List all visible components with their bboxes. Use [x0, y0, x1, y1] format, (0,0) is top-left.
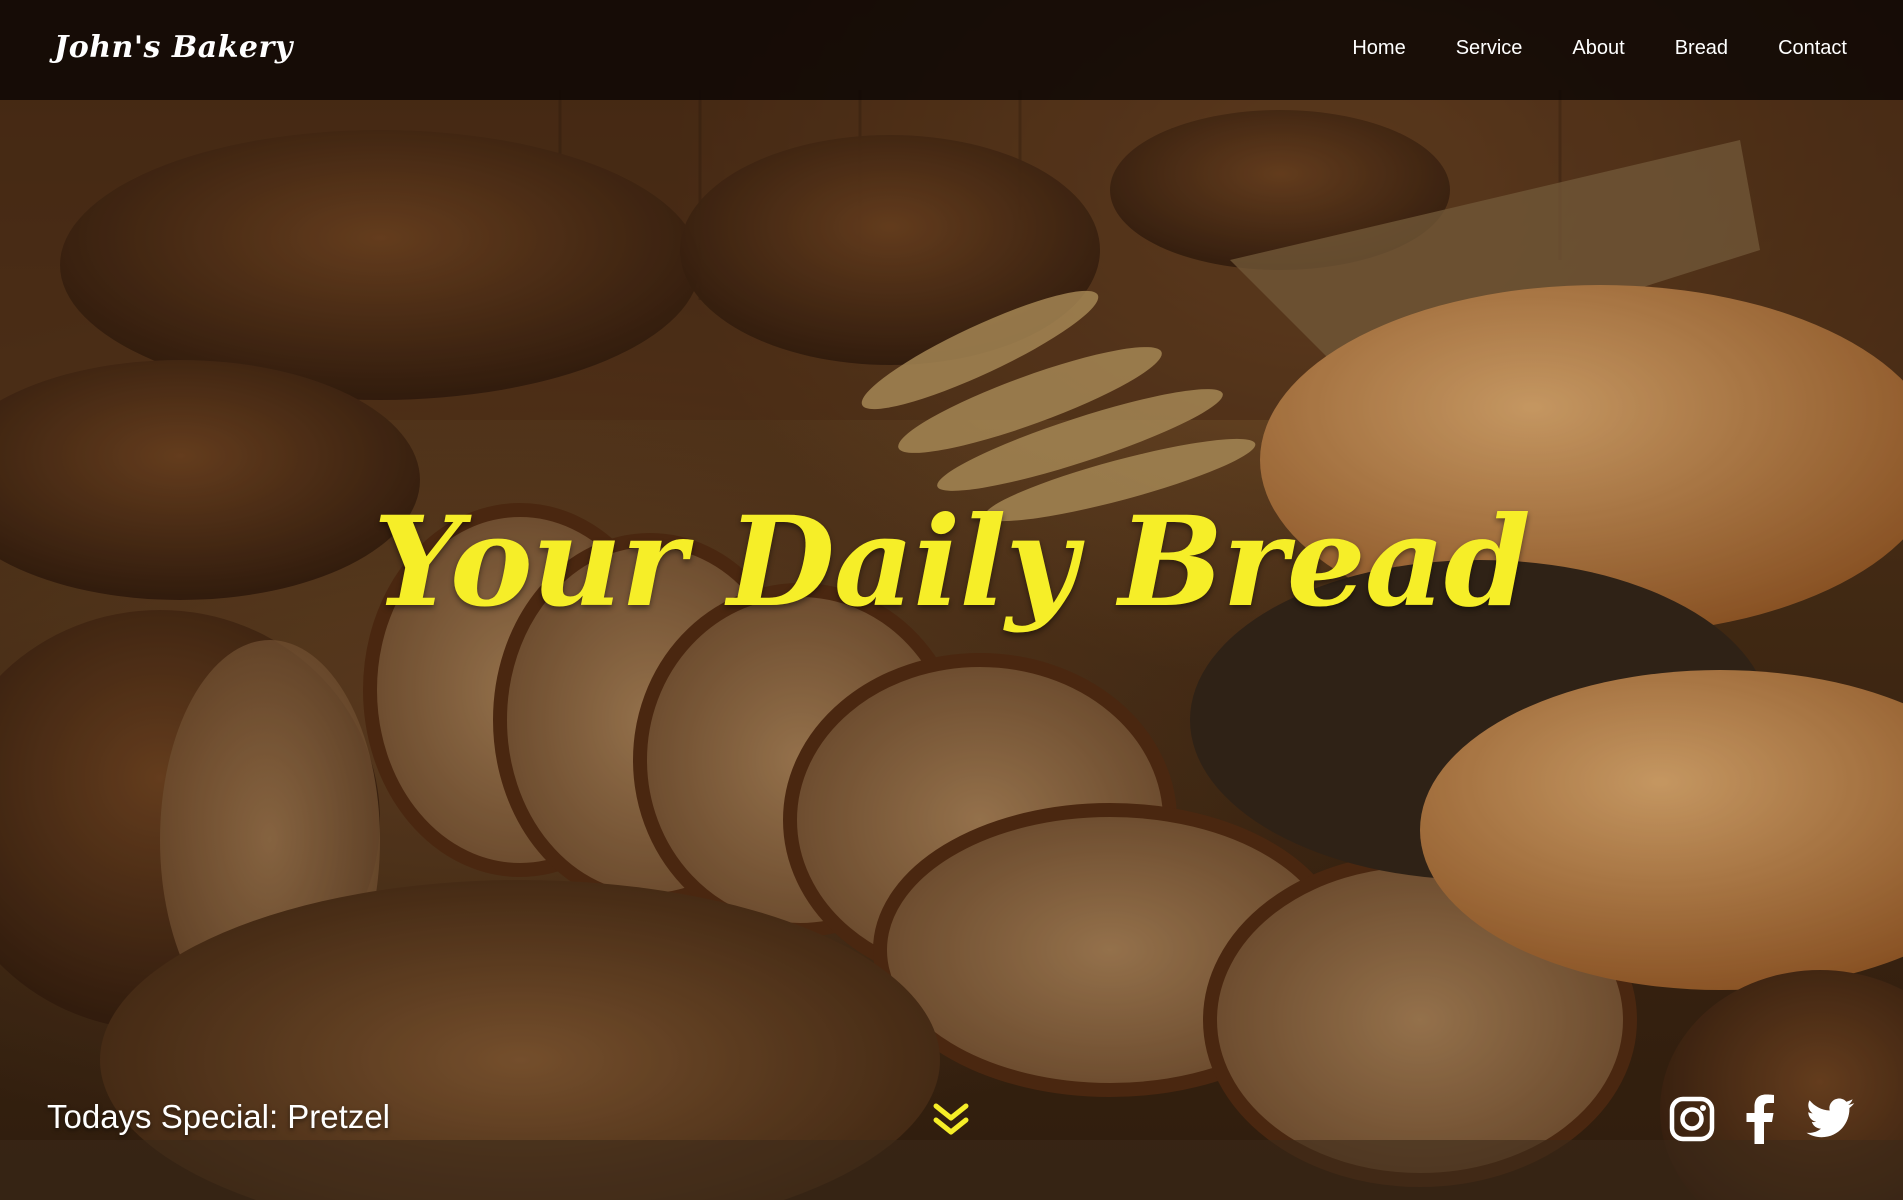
main-nav: Home Service About Bread Contact [1352, 37, 1847, 60]
hero-section: John's Bakery Home Service About Bread C… [0, 0, 1903, 1200]
hero-headline: Your Daily Bread [373, 490, 1531, 635]
social-links [1669, 1094, 1855, 1149]
nav-service-link[interactable]: Service [1456, 37, 1523, 60]
nav-contact-link[interactable]: Contact [1778, 37, 1847, 60]
nav-about-link[interactable]: About [1572, 37, 1624, 60]
site-logo[interactable]: John's Bakery [54, 30, 293, 65]
chevron-double-down-icon[interactable] [930, 1100, 972, 1140]
facebook-icon[interactable] [1745, 1094, 1775, 1149]
todays-special-text: Todays Special: Pretzel [47, 1098, 391, 1135]
nav-bread-link[interactable]: Bread [1675, 37, 1728, 60]
top-navbar: John's Bakery Home Service About Bread C… [0, 0, 1903, 100]
instagram-icon[interactable] [1669, 1096, 1715, 1147]
nav-home-link[interactable]: Home [1352, 37, 1405, 60]
twitter-icon[interactable] [1805, 1098, 1855, 1145]
